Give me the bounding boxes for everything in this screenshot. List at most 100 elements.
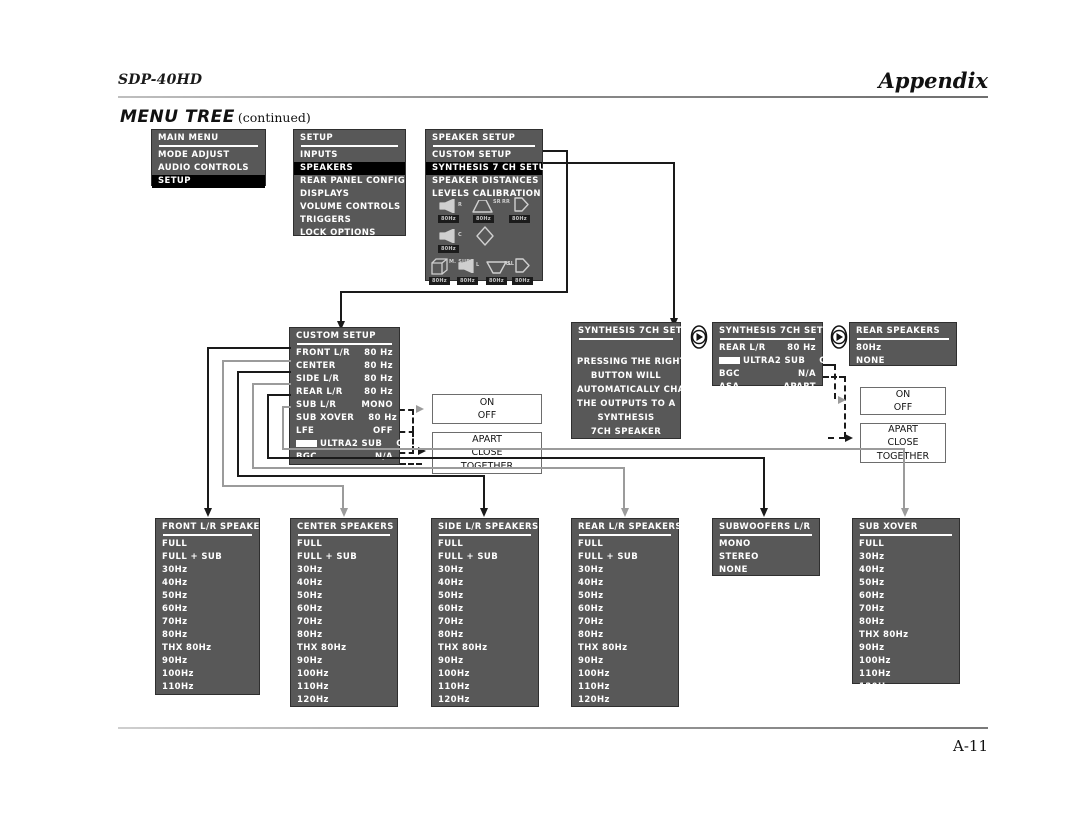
option-70hz[interactable]: 70Hz [432, 616, 538, 629]
option-120hz[interactable]: 120Hz [156, 694, 259, 707]
option-40hz[interactable]: 40Hz [432, 577, 538, 590]
option-80hz[interactable]: 80Hz [572, 629, 678, 642]
option-80hz[interactable]: 80Hz [853, 616, 959, 629]
custom-setup-row-rear-lr[interactable]: REAR L/R 80 Hz [290, 386, 399, 399]
option-40hz[interactable]: 40Hz [572, 577, 678, 590]
option-110hz[interactable]: 110Hz [156, 681, 259, 694]
osd-speaker-setup-menu[interactable]: SPEAKER SETUP CUSTOM SETUP SYNTHESIS 7 C… [425, 129, 552, 285]
option-110hz[interactable]: 110Hz [432, 681, 538, 694]
osd-center-speakers[interactable]: CENTER SPEAKERS FULL FULL + SUB 30Hz 40H… [290, 518, 398, 718]
main-menu-item-audio-controls[interactable]: AUDIO CONTROLS [152, 162, 265, 175]
option-40hz[interactable]: 40Hz [156, 577, 259, 590]
option-full[interactable]: FULL [156, 538, 259, 551]
rear-speakers-option-none[interactable]: NONE [850, 355, 956, 368]
option-full[interactable]: FULL [291, 538, 397, 551]
option-60hz[interactable]: 60Hz [291, 603, 397, 616]
setup-item-lock-options[interactable]: LOCK OPTIONS [294, 227, 405, 240]
optionbox-lfe-onoff[interactable]: ON OFF [432, 394, 542, 424]
osd-subwoofers-lr[interactable]: SUBWOOFERS L/R MONO STEREO NONE [712, 518, 820, 576]
option-50hz[interactable]: 50Hz [853, 577, 959, 590]
option-thx-80hz[interactable]: THX 80Hz [572, 642, 678, 655]
option-90hz[interactable]: 90Hz [291, 655, 397, 668]
option-120hz[interactable]: 120Hz [432, 694, 538, 707]
option-40hz[interactable]: 40Hz [853, 564, 959, 577]
setup-item-volume-controls[interactable]: VOLUME CONTROLS [294, 201, 405, 214]
option-90hz[interactable]: 90Hz [432, 655, 538, 668]
custom-setup-row-sub-lr[interactable]: SUB L/R MONO [290, 399, 399, 412]
option-50hz[interactable]: 50Hz [432, 590, 538, 603]
synthesis-setup-row-rear-lr[interactable]: REAR L/R 80 Hz [713, 342, 822, 355]
option-full[interactable]: FULL [572, 538, 678, 551]
custom-setup-row-center[interactable]: CENTER 80 Hz [290, 360, 399, 373]
option-100hz[interactable]: 100Hz [432, 668, 538, 681]
option-full-sub[interactable]: FULL + SUB [291, 551, 397, 564]
osd-main-menu[interactable]: MAIN MENU MODE ADJUST AUDIO CONTROLS SET… [151, 129, 266, 188]
option-100hz[interactable]: 100Hz [291, 668, 397, 681]
option-thx-80hz[interactable]: THX 80Hz [156, 642, 259, 655]
main-menu-item-setup[interactable]: SETUP [152, 175, 265, 188]
option-70hz[interactable]: 70Hz [853, 603, 959, 616]
option-120hz[interactable]: 120Hz [291, 694, 397, 707]
option-none[interactable]: NONE [572, 707, 678, 720]
option-apart[interactable]: APART [888, 423, 918, 437]
custom-setup-row-front-lr[interactable]: FRONT L/R 80 Hz [290, 347, 399, 360]
right-button-icon[interactable] [686, 324, 712, 350]
option-90hz[interactable]: 90Hz [572, 655, 678, 668]
option-70hz[interactable]: 70Hz [572, 616, 678, 629]
custom-setup-row-lfe[interactable]: LFE OFF [290, 425, 399, 438]
option-90hz[interactable]: 90Hz [853, 642, 959, 655]
option-30hz[interactable]: 30Hz [432, 564, 538, 577]
osd-rear-speakers[interactable]: REAR SPEAKERS 80Hz NONE [849, 322, 957, 366]
custom-setup-row-sub-xover[interactable]: SUB XOVER 80 Hz [290, 412, 399, 425]
setup-item-rear-panel-config[interactable]: REAR PANEL CONFIG [294, 175, 405, 188]
setup-item-inputs[interactable]: INPUTS [294, 149, 405, 162]
osd-front-lr-speakers[interactable]: FRONT L/R SPEAKERS FULL FULL + SUB 30Hz … [155, 518, 273, 705]
osd-rear-lr-speakers[interactable]: REAR L/R SPEAKERS FULL FULL + SUB 30Hz 4… [571, 518, 681, 718]
option-80hz[interactable]: 80Hz [291, 629, 397, 642]
option-thx-80hz[interactable]: THX 80Hz [291, 642, 397, 655]
setup-item-displays[interactable]: DISPLAYS [294, 188, 405, 201]
option-full-sub[interactable]: FULL + SUB [572, 551, 678, 564]
osd-side-lr-speakers[interactable]: SIDE L/R SPEAKERS FULL FULL + SUB 30Hz 4… [431, 518, 539, 718]
option-full-sub[interactable]: FULL + SUB [432, 551, 538, 564]
option-80hz[interactable]: 80Hz [156, 629, 259, 642]
osd-setup-menu[interactable]: SETUP INPUTS SPEAKERS REAR PANEL CONFIG … [293, 129, 406, 238]
osd-synthesis-7ch-setup[interactable]: SYNTHESIS 7CH SETUP REAR L/R 80 Hz ULTRA2… [712, 322, 839, 392]
option-60hz[interactable]: 60Hz [156, 603, 259, 616]
synthesis-setup-row-ultra2-sub[interactable]: ULTRA2 SUB OFF [713, 355, 839, 368]
option-30hz[interactable]: 30Hz [853, 551, 959, 564]
option-thx-80hz[interactable]: THX 80Hz [432, 642, 538, 655]
option-60hz[interactable]: 60Hz [853, 590, 959, 603]
setup-item-triggers[interactable]: TRIGGERS [294, 214, 405, 227]
option-80hz[interactable]: 80Hz [432, 629, 538, 642]
option-100hz[interactable]: 100Hz [853, 655, 959, 668]
option-stereo[interactable]: STEREO [713, 551, 819, 564]
option-120hz[interactable]: 120Hz [853, 681, 959, 694]
option-apart[interactable]: APART [472, 433, 502, 447]
option-90hz[interactable]: 90Hz [156, 655, 259, 668]
option-70hz[interactable]: 70Hz [291, 616, 397, 629]
optionbox-onoff-right[interactable]: ON OFF [860, 387, 946, 415]
option-on[interactable]: ON [480, 396, 495, 410]
option-mono[interactable]: MONO [713, 538, 819, 551]
osd-sub-xover[interactable]: SUB XOVER FULL 30Hz 40Hz 50Hz 60Hz 70Hz … [852, 518, 960, 692]
option-30hz[interactable]: 30Hz [572, 564, 678, 577]
option-110hz[interactable]: 110Hz [853, 668, 959, 681]
option-60hz[interactable]: 60Hz [572, 603, 678, 616]
option-110hz[interactable]: 110Hz [291, 681, 397, 694]
main-menu-item-mode-adjust[interactable]: MODE ADJUST [152, 149, 265, 162]
option-on[interactable]: ON [896, 388, 911, 402]
option-off[interactable]: OFF [894, 401, 912, 415]
option-50hz[interactable]: 50Hz [572, 590, 678, 603]
custom-setup-row-side-lr[interactable]: SIDE L/R 80 Hz [290, 373, 399, 386]
option-70hz[interactable]: 70Hz [156, 616, 259, 629]
option-30hz[interactable]: 30Hz [156, 564, 259, 577]
synthesis-setup-row-asa[interactable]: ASA APART [713, 381, 822, 394]
option-off[interactable]: OFF [478, 409, 496, 423]
option-60hz[interactable]: 60Hz [432, 603, 538, 616]
option-full[interactable]: FULL [432, 538, 538, 551]
option-none[interactable]: NONE [432, 707, 538, 720]
option-thx-80hz[interactable]: THX 80Hz [853, 629, 959, 642]
option-110hz[interactable]: 110Hz [572, 681, 678, 694]
option-50hz[interactable]: 50Hz [291, 590, 397, 603]
